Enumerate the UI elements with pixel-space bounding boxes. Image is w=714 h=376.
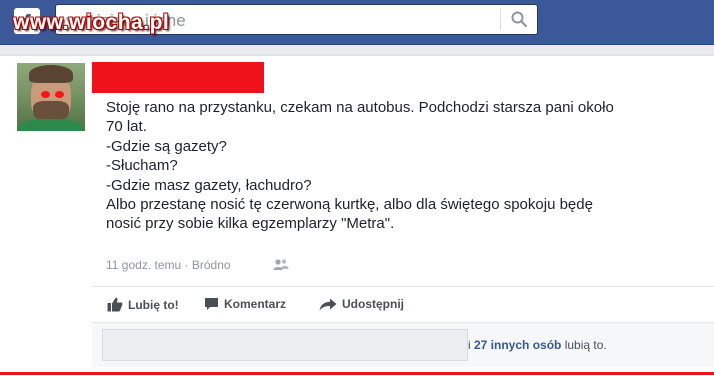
post-line: Stoję rano na przystanku, czekam na auto… (106, 99, 614, 116)
comment-button[interactable]: Komentarz (204, 297, 286, 311)
share-button[interactable]: Udostępnij (319, 297, 404, 311)
thumbs-up-icon (107, 297, 123, 312)
post-line: -Gdzie są gazety? (106, 137, 227, 155)
like-button[interactable]: Lubię to! (107, 297, 179, 312)
post-line: -Słucham? (106, 157, 178, 175)
watermark: www.wiocha.pl (13, 11, 170, 34)
avatar[interactable] (17, 63, 85, 131)
likers-redaction (102, 329, 468, 361)
post-timestamp[interactable]: 11 godz. temu (106, 258, 181, 272)
avatar-hair (29, 65, 73, 83)
post-line: -Gdzie masz gazety, łachudro? (106, 176, 312, 194)
post-body: Stoję rano na przystanku, czekam na auto… (106, 98, 706, 234)
post-line: 70 lat. (106, 118, 147, 136)
like-label: Lubię to! (128, 297, 179, 312)
post-card: Stoję rano na przystanku, czekam na auto… (0, 55, 714, 376)
avatar-eye-left (41, 91, 50, 98)
avatar-eye-right (55, 91, 64, 98)
avatar-shirt (19, 119, 83, 131)
comment-label: Komentarz (224, 297, 287, 311)
post-actions: Lubię to! Komentarz Udostępnij (92, 286, 714, 321)
share-label: Udostępnij (342, 297, 404, 311)
likes-others-link[interactable]: 27 innych osób (474, 338, 561, 352)
post-line: nosić przy sobie kilka egzemplarzy "Metr… (106, 215, 395, 233)
likes-text: i 27 innych osób lubią to. (468, 338, 607, 352)
meta-separator: · (181, 258, 192, 272)
likes-summary: i 27 innych osób lubią to. (92, 322, 714, 367)
top-navigation-bar: f y, miejsca i inne www.wiocha.pl (0, 0, 714, 45)
search-icon[interactable] (510, 10, 528, 28)
share-arrow-icon (319, 298, 337, 310)
friends-icon[interactable] (273, 258, 289, 272)
search-divider (500, 9, 501, 30)
author-name-redaction (92, 62, 264, 93)
comment-icon (205, 298, 218, 310)
post-line: Albo przestanę nosić tę czerwoną kurtkę,… (106, 196, 593, 214)
likes-suffix: lubią to. (561, 338, 607, 352)
post-location[interactable]: Bródno (192, 258, 231, 272)
post-meta: 11 godz. temu · Bródno (106, 258, 231, 272)
